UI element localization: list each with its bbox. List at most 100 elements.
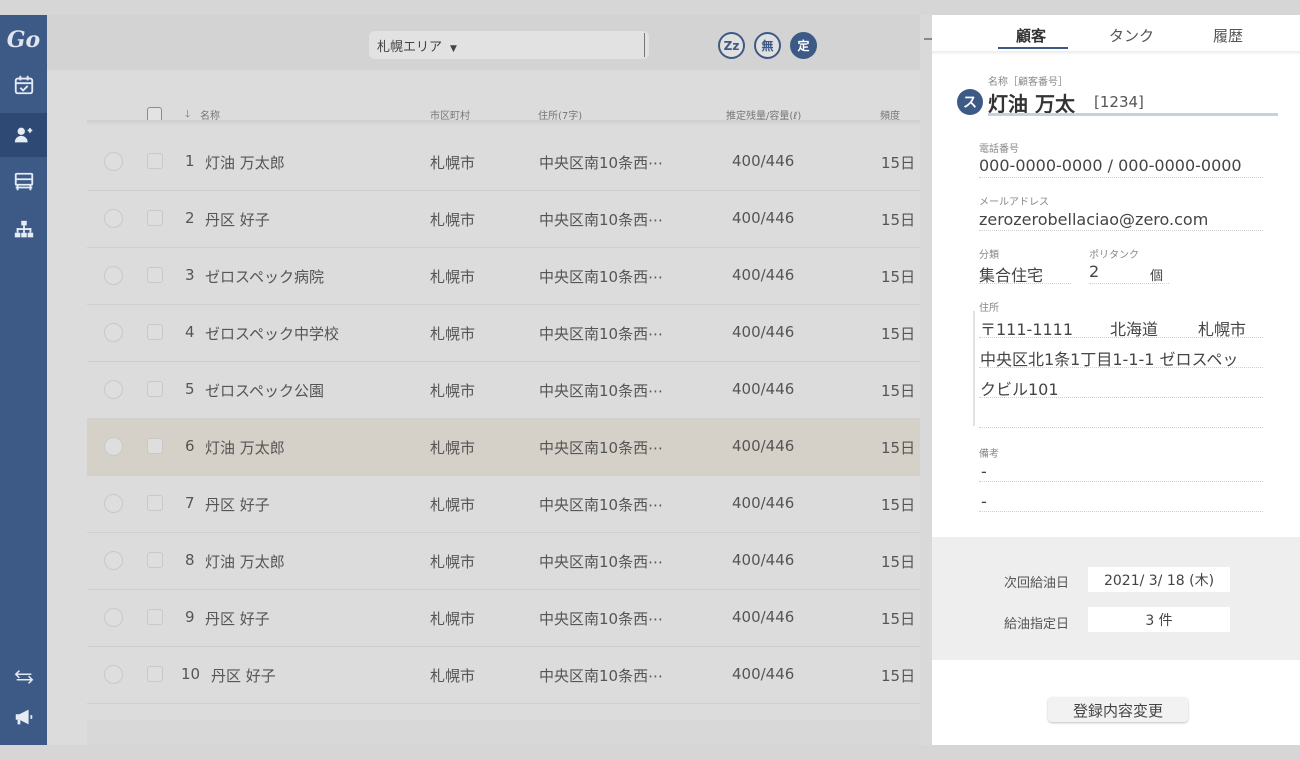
row-radio[interactable] [104, 209, 123, 228]
row-city: 札幌市 [430, 439, 476, 457]
phone-underline [979, 177, 1263, 178]
area-select[interactable]: 札幌エリア ▼ [369, 31, 649, 59]
row-checkbox[interactable] [147, 153, 163, 169]
tab-customer[interactable]: 顧客 [1016, 25, 1046, 46]
row-volume: 400/446 [732, 209, 795, 227]
row-volume: 400/446 [732, 494, 795, 512]
row-name: ゼロスペック中学校 [205, 325, 339, 343]
email-label: メールアドレス [979, 197, 1049, 208]
area-select-value: 札幌エリア [377, 40, 443, 55]
row-city: 札幌市 [430, 553, 476, 571]
row-address: 中央区南10条西⋯ [539, 667, 664, 685]
sidebar-item-switch[interactable] [0, 655, 47, 699]
row-name: 丹区 好子 [211, 667, 276, 685]
table-row[interactable]: 8 灯油 万太郎 札幌市 中央区南10条西⋯ 400/446 15日 [87, 533, 920, 590]
row-volume: 400/446 [732, 437, 795, 455]
address-underline-3 [979, 397, 1263, 398]
next-refuel-label: 次回給油日 [1004, 576, 1070, 591]
customer-detail-panel: 顧客 タンク 履歴 名称［顧客番号］ ス 灯油 万太 [1234] 電話番号 0… [932, 15, 1300, 745]
table-row[interactable]: 4 ゼロスペック中学校 札幌市 中央区南10条西⋯ 400/446 15日 [87, 305, 920, 362]
org-chart-icon [14, 220, 33, 238]
row-no: 1 [185, 152, 195, 170]
filter-fixed-icon[interactable]: 定 [790, 32, 817, 59]
phone-label: 電話番号 [979, 144, 1019, 155]
sidebar-item-calendar[interactable] [0, 63, 47, 107]
row-checkbox[interactable] [147, 609, 163, 625]
edit-registration-button[interactable]: 登録内容変更 [1048, 697, 1188, 722]
users-icon [14, 127, 32, 143]
row-volume: 400/446 [732, 380, 795, 398]
row-name: 丹区 好子 [205, 496, 270, 514]
row-checkbox[interactable] [147, 495, 163, 511]
phone-value: 000-0000-0000 / 000-0000-0000 [979, 156, 1242, 175]
megaphone-icon [15, 709, 32, 725]
row-name: ゼロスペック病院 [205, 268, 324, 286]
sidebar-item-organization[interactable] [0, 208, 47, 252]
table-row[interactable]: 1 灯油 万太郎 札幌市 中央区南10条西⋯ 400/446 15日 [87, 134, 920, 191]
active-tab-indicator [998, 47, 1068, 49]
refuel-days-value: 3 件 [1088, 607, 1230, 632]
row-radio[interactable] [104, 665, 123, 684]
table-row[interactable]: 10 丹区 好子 札幌市 中央区南10条西⋯ 400/446 15日 [87, 647, 920, 704]
row-checkbox[interactable] [147, 210, 163, 226]
row-radio[interactable] [104, 380, 123, 399]
row-radio[interactable] [104, 437, 123, 456]
row-checkbox[interactable] [147, 552, 163, 568]
category-underline [979, 283, 1071, 284]
notes-underline-2 [979, 511, 1263, 512]
filter-sleep-icon[interactable]: Zz [718, 32, 745, 59]
email-value: zerozerobellaciao@zero.com [979, 210, 1209, 229]
polytank-count: 2 [1089, 262, 1100, 281]
row-no: 6 [185, 437, 195, 455]
row-no: 10 [181, 665, 201, 683]
row-city: 札幌市 [430, 667, 476, 685]
row-radio[interactable] [104, 152, 123, 171]
row-frequency: 15日 [881, 211, 916, 229]
row-address: 中央区南10条西⋯ [539, 382, 664, 400]
row-checkbox[interactable] [147, 324, 163, 340]
table-row[interactable]: 6 灯油 万太郎 札幌市 中央区南10条西⋯ 400/446 15日 [87, 419, 920, 476]
sidebar: Go [0, 15, 47, 745]
table-row[interactable]: 5 ゼロスペック公園 札幌市 中央区南10条西⋯ 400/446 15日 [87, 362, 920, 419]
row-city: 札幌市 [430, 211, 476, 229]
table-row[interactable]: 9 丹区 好子 札幌市 中央区南10条西⋯ 400/446 15日 [87, 590, 920, 647]
row-checkbox[interactable] [147, 438, 163, 454]
window-bottom-frame [0, 745, 1300, 760]
tab-history[interactable]: 履歴 [1213, 25, 1243, 46]
row-city: 札幌市 [430, 610, 476, 628]
row-address: 中央区南10条西⋯ [539, 610, 664, 628]
detail-tabs: 顧客 タンク 履歴 [932, 15, 1300, 53]
row-no: 9 [185, 608, 195, 626]
address-edge [973, 311, 975, 426]
row-checkbox[interactable] [147, 267, 163, 283]
table-row[interactable]: 7 丹区 好子 札幌市 中央区南10条西⋯ 400/446 15日 [87, 476, 920, 533]
address-underline-1 [979, 337, 1263, 338]
row-radio[interactable] [104, 608, 123, 627]
row-checkbox[interactable] [147, 381, 163, 397]
row-radio[interactable] [104, 266, 123, 285]
table-row[interactable]: 2 丹区 好子 札幌市 中央区南10条西⋯ 400/446 15日 [87, 191, 920, 248]
row-name: 灯油 万太郎 [205, 154, 285, 172]
customer-rows: 1 灯油 万太郎 札幌市 中央区南10条西⋯ 400/446 15日 2 丹区 好子 札幌市 中央… [87, 134, 920, 704]
row-radio[interactable] [104, 323, 123, 342]
row-frequency: 15日 [881, 268, 916, 286]
row-city: 札幌市 [430, 496, 476, 514]
row-frequency: 15日 [881, 382, 916, 400]
row-address: 中央区南10条西⋯ [539, 553, 664, 571]
chevron-down-icon: ▼ [450, 44, 457, 54]
calendar-check-icon [14, 75, 33, 95]
row-frequency: 15日 [881, 667, 916, 685]
table-row[interactable]: 3 ゼロスペック病院 札幌市 中央区南10条西⋯ 400/446 15日 [87, 248, 920, 305]
customer-type-badge: ス [957, 89, 983, 115]
tab-tank[interactable]: タンク [1109, 25, 1154, 46]
sidebar-item-customers[interactable] [0, 113, 47, 157]
filter-none-icon[interactable]: 無 [754, 32, 781, 59]
row-frequency: 15日 [881, 553, 916, 571]
sidebar-item-delivery[interactable] [0, 160, 47, 204]
row-radio[interactable] [104, 494, 123, 513]
row-volume: 400/446 [732, 608, 795, 626]
row-checkbox[interactable] [147, 666, 163, 682]
row-radio[interactable] [104, 551, 123, 570]
app-logo: Go [6, 27, 41, 53]
sidebar-item-announcements[interactable] [0, 695, 47, 739]
